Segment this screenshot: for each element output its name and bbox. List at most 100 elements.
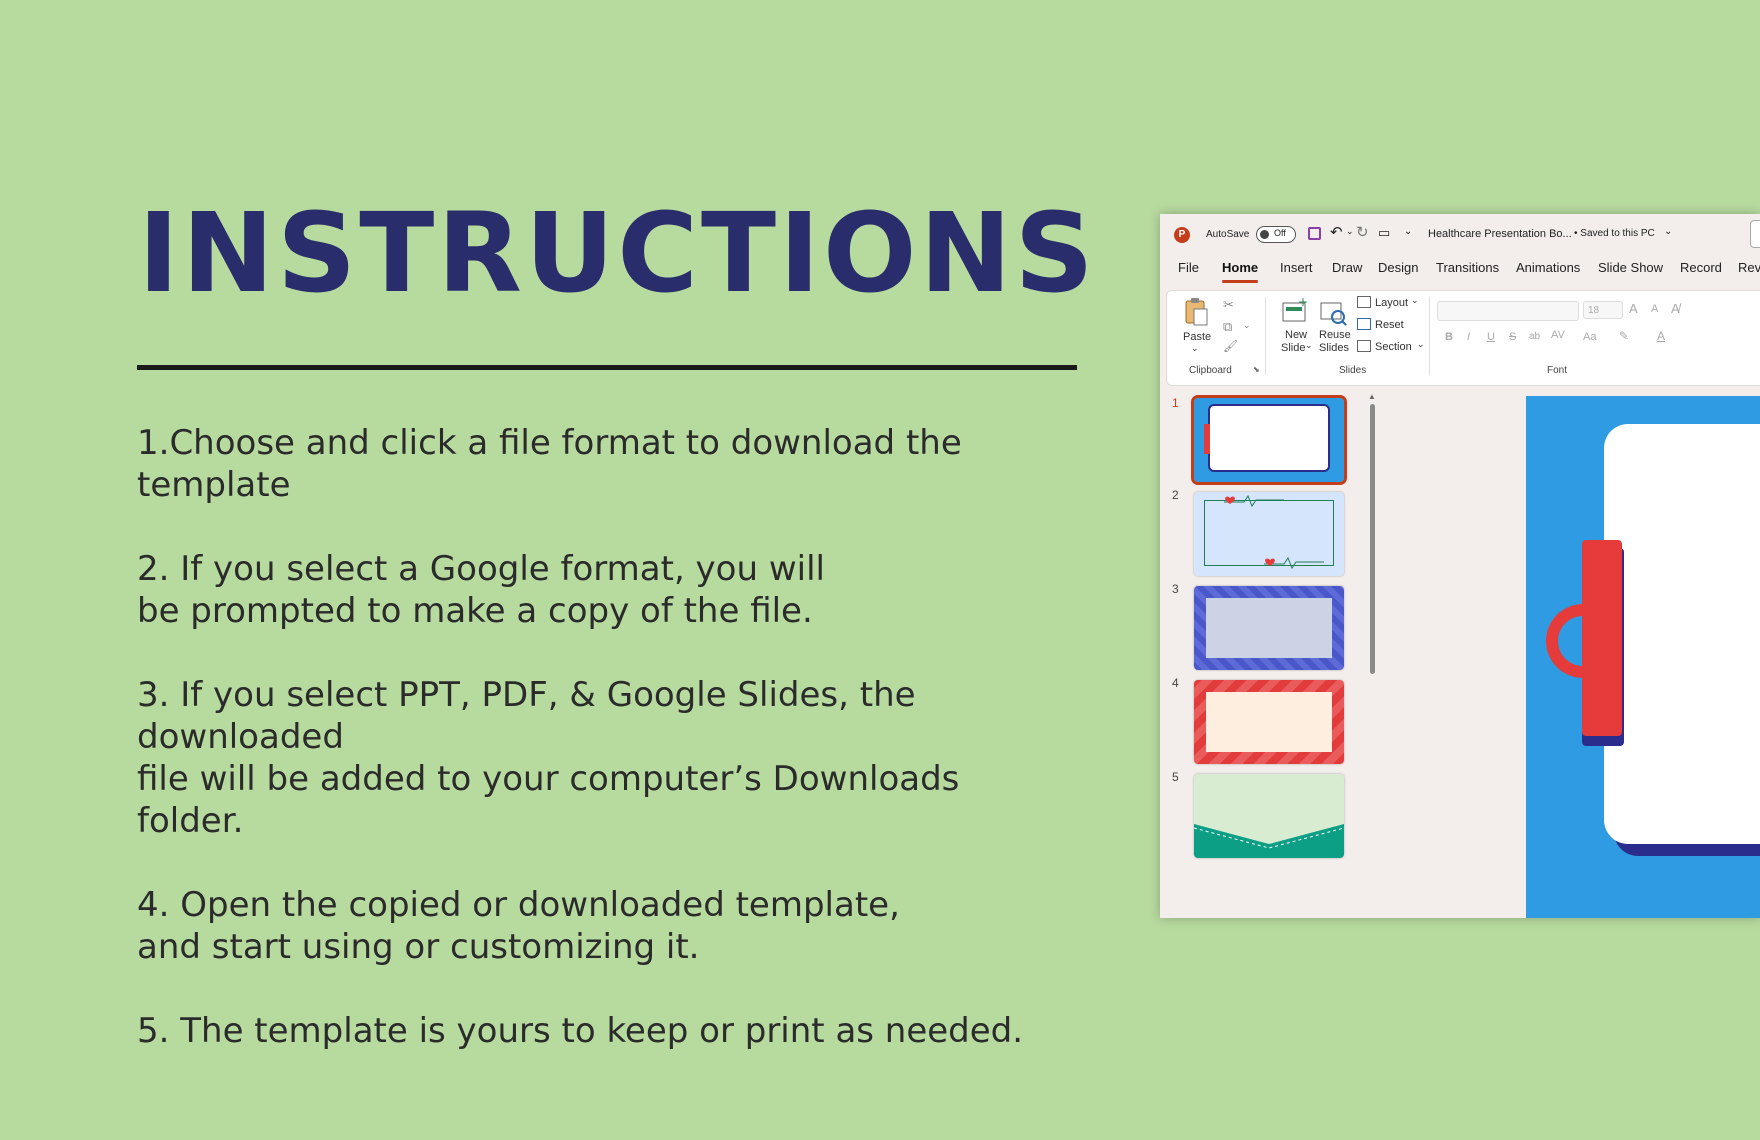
- thumbnail-scrollbar[interactable]: ▲: [1368, 392, 1376, 918]
- shrink-font-button[interactable]: A: [1651, 303, 1658, 315]
- slide-number: 3: [1172, 582, 1179, 596]
- dialog-launcher-icon[interactable]: ⬊: [1253, 365, 1260, 374]
- paste-icon[interactable]: [1183, 297, 1209, 327]
- format-painter-icon[interactable]: 🖌: [1223, 339, 1238, 353]
- present-icon[interactable]: ▭: [1378, 225, 1390, 241]
- italic-button[interactable]: I: [1467, 331, 1470, 343]
- character-spacing-icon[interactable]: AV: [1551, 329, 1565, 341]
- thumb-panel: [1206, 598, 1332, 658]
- cut-icon[interactable]: ✂: [1223, 297, 1234, 313]
- layout-chevron-icon[interactable]: ⌄: [1411, 295, 1419, 306]
- underline-button[interactable]: U: [1487, 331, 1495, 343]
- font-group-label: Font: [1547, 365, 1568, 376]
- highlight-icon[interactable]: ✎: [1619, 329, 1629, 343]
- new-slide-chevron-icon[interactable]: ⌄: [1305, 340, 1313, 351]
- tab-transitions[interactable]: Transitions: [1436, 260, 1499, 275]
- font-size-select[interactable]: 18: [1583, 301, 1623, 319]
- tab-review[interactable]: Rev: [1738, 260, 1760, 275]
- thumb-clip: [1204, 424, 1210, 454]
- paste-button[interactable]: Paste: [1183, 331, 1211, 343]
- slide-number: 4: [1172, 676, 1179, 690]
- heartbeat-icon: [1224, 494, 1284, 508]
- copy-dropdown-icon[interactable]: ⌄: [1243, 320, 1251, 331]
- save-status[interactable]: • Saved to this PC: [1574, 228, 1655, 239]
- grow-font-button[interactable]: A: [1629, 301, 1638, 316]
- scrollbar-thumb[interactable]: [1370, 404, 1375, 674]
- slide-1-preview[interactable]: [1526, 396, 1760, 918]
- new-slide-button-line1[interactable]: New: [1285, 329, 1307, 341]
- tab-file[interactable]: File: [1178, 260, 1199, 275]
- thumb-wave: [1194, 824, 1344, 858]
- slide-thumbnail-5[interactable]: [1194, 774, 1344, 858]
- bold-button[interactable]: B: [1445, 331, 1453, 343]
- instruction-step-2: 2. If you select a Google format, you wi…: [137, 549, 825, 631]
- customize-toolbar-icon[interactable]: ⌄: [1404, 226, 1412, 237]
- reset-button[interactable]: Reset: [1375, 319, 1404, 331]
- title-divider: [137, 365, 1077, 370]
- clip-bar: [1582, 540, 1622, 736]
- reuse-slides-button-line2[interactable]: Slides: [1319, 342, 1349, 354]
- change-case-button[interactable]: Aa: [1583, 331, 1596, 343]
- slide-thumbnail-4[interactable]: [1194, 680, 1344, 764]
- undo-icon[interactable]: ↶: [1330, 223, 1343, 241]
- text-shadow-icon[interactable]: ab: [1529, 331, 1540, 342]
- save-icon[interactable]: [1308, 227, 1321, 240]
- save-status-chevron-icon[interactable]: ⌄: [1664, 226, 1672, 237]
- copy-icon[interactable]: ⧉: [1223, 319, 1232, 335]
- section-chevron-icon[interactable]: ⌄: [1417, 339, 1425, 350]
- clipboard-paper-face: [1604, 424, 1760, 844]
- reset-icon[interactable]: [1357, 318, 1371, 330]
- powerpoint-logo-icon: P: [1174, 227, 1190, 243]
- font-family-select[interactable]: [1437, 301, 1579, 321]
- slide-thumbnail-1[interactable]: [1191, 395, 1347, 485]
- slide-number: 5: [1172, 770, 1179, 784]
- tab-animations[interactable]: Animations: [1516, 260, 1580, 275]
- thumb-panel: [1206, 692, 1332, 752]
- reuse-slides-button-line1[interactable]: Reuse: [1319, 329, 1351, 341]
- ribbon-tabs: File Home Insert Draw Design Transitions…: [1160, 260, 1760, 283]
- layout-button[interactable]: Layout: [1375, 297, 1408, 309]
- layout-icon[interactable]: [1357, 296, 1371, 308]
- autosave-label: AutoSave: [1206, 229, 1250, 240]
- paste-dropdown-icon[interactable]: ⌄: [1191, 343, 1199, 354]
- tab-slide-show[interactable]: Slide Show: [1598, 260, 1663, 275]
- undo-dropdown-icon[interactable]: ⌄: [1346, 226, 1354, 237]
- instruction-step-3: 3. If you select PPT, PDF, & Google Slid…: [137, 675, 960, 841]
- heartbeat-icon: [1264, 556, 1324, 570]
- tab-draw[interactable]: Draw: [1332, 260, 1362, 275]
- new-slide-icon[interactable]: +: [1281, 295, 1309, 325]
- powerpoint-window: P AutoSave Off ↶ ⌄ ↻ ▭ ⌄ Healthcare Pres…: [1160, 214, 1760, 918]
- tab-home[interactable]: Home: [1222, 260, 1259, 283]
- clear-formatting-icon[interactable]: A̸: [1671, 301, 1680, 316]
- section-icon[interactable]: [1357, 340, 1371, 352]
- reuse-slides-icon[interactable]: [1319, 299, 1347, 327]
- toggle-knob: [1260, 230, 1269, 239]
- instruction-step-5: 5. The template is yours to keep or prin…: [137, 1011, 1024, 1051]
- slide-number: 2: [1172, 488, 1179, 502]
- document-title[interactable]: Healthcare Presentation Bo...: [1428, 228, 1572, 240]
- tab-design[interactable]: Design: [1378, 260, 1418, 275]
- slide-number: 1: [1172, 396, 1179, 410]
- redo-icon[interactable]: ↻: [1356, 223, 1369, 241]
- strikethrough-button[interactable]: S: [1509, 331, 1516, 343]
- divider: [1265, 297, 1266, 375]
- divider: [1429, 297, 1430, 375]
- instruction-step-1: 1.Choose and click a file format to down…: [137, 423, 962, 505]
- scroll-up-icon[interactable]: ▲: [1368, 392, 1376, 401]
- tab-record[interactable]: Record: [1680, 260, 1722, 275]
- title-bar: P AutoSave Off ↶ ⌄ ↻ ▭ ⌄ Healthcare Pres…: [1160, 214, 1760, 254]
- slide-thumbnail-2[interactable]: [1194, 492, 1344, 576]
- slide-thumbnail-3[interactable]: [1194, 586, 1344, 670]
- new-slide-button-line2[interactable]: Slide: [1281, 342, 1305, 354]
- autosave-state: Off: [1274, 228, 1286, 238]
- svg-text:+: +: [1298, 297, 1308, 309]
- autosave-toggle[interactable]: Off: [1256, 226, 1296, 243]
- home-ribbon: Paste ⌄ ✂ ⧉ ⌄ 🖌 Clipboard ⬊ + New Slide …: [1166, 290, 1760, 386]
- tab-insert[interactable]: Insert: [1280, 260, 1313, 275]
- search-box[interactable]: [1750, 220, 1760, 248]
- section-button[interactable]: Section: [1375, 341, 1412, 353]
- clipboard-group-label: Clipboard: [1189, 365, 1232, 376]
- page-title: INSTRUCTIONS: [138, 189, 1097, 317]
- font-color-icon[interactable]: A: [1657, 329, 1665, 343]
- instruction-list: 1.Choose and click a file format to down…: [137, 422, 1067, 1094]
